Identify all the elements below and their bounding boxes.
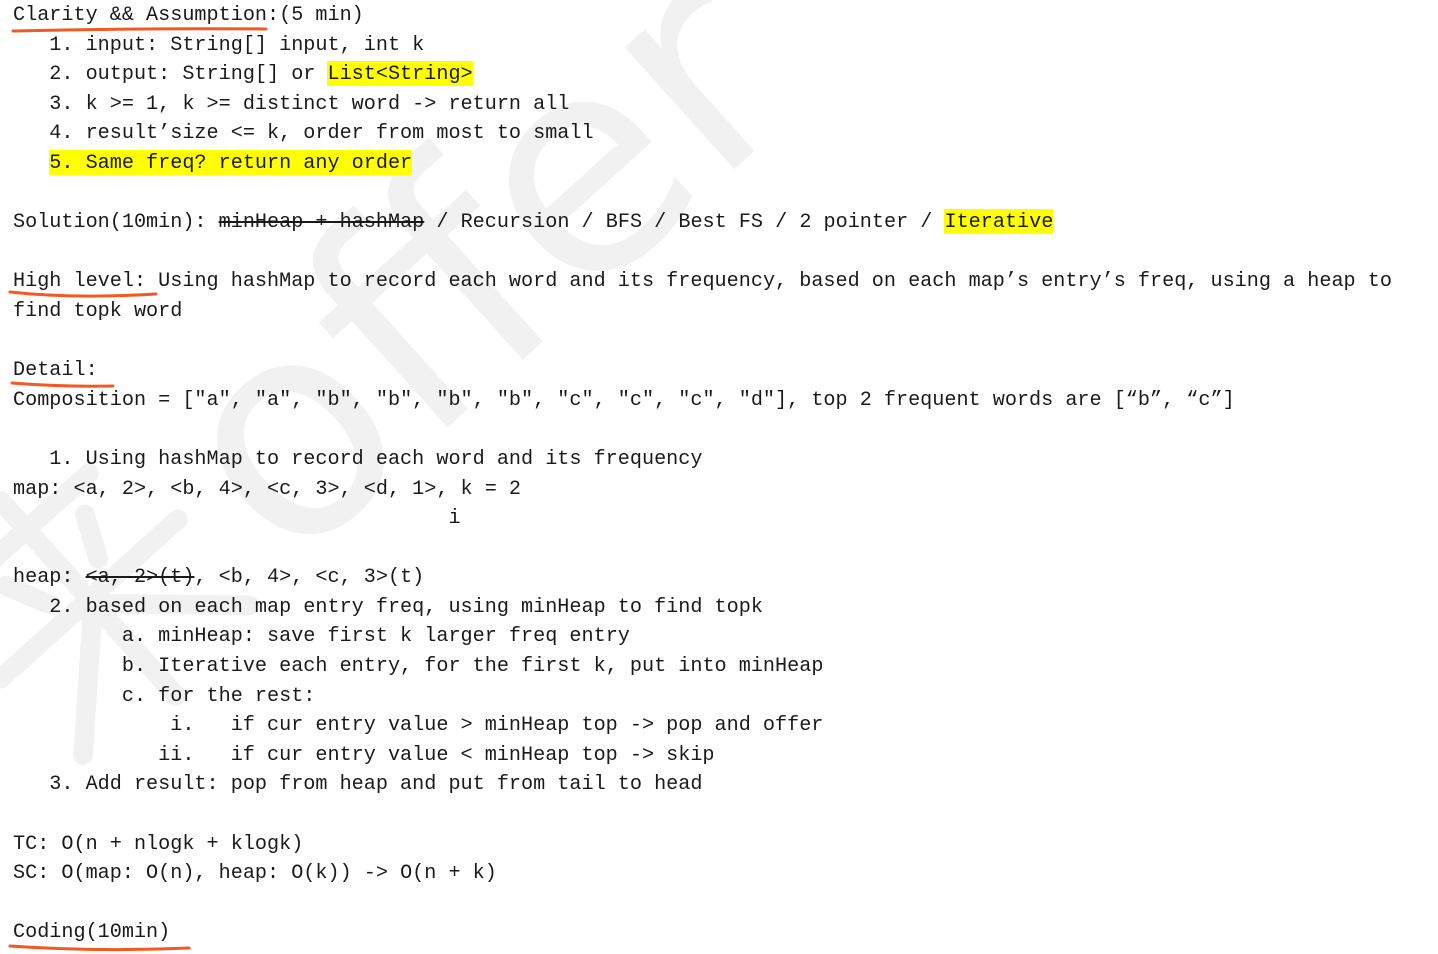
solution-option-highlighted: Iterative (944, 209, 1054, 235)
substep-text: c. for the rest: (121, 684, 316, 708)
assumption-item-text: 2. output: String[] or (49, 63, 316, 87)
high-level-line: High level: Using hashMap to record each … (13, 267, 1423, 297)
detail-step-text: 3. Add result: pop from heap and put fro… (49, 773, 703, 797)
substep-text: b. Iterative each entry, for the first k… (121, 655, 824, 679)
assumption-item-3: 3. k >= 1, k >= distinct word -> return … (13, 90, 1423, 120)
assumption-item-highlight: 5. Same freq? return any order (49, 149, 413, 175)
case-ii: ii. if cur entry value < minHeap top -> s… (13, 741, 1423, 771)
solution-separator: / (654, 211, 667, 235)
solution-separator: / (436, 211, 449, 235)
high-level-line-continued: find topk word (13, 297, 1423, 327)
composition-text: Composition = ["a", "a", "b", "b", "b", … (13, 388, 1235, 412)
solution-separator: / (920, 211, 933, 235)
high-level-label: High level: (13, 270, 147, 294)
pointer-marker: i (448, 507, 461, 531)
detail-step-text: 2. based on each map entry freq, using m… (49, 595, 763, 619)
notes-page: offer Clarity && Assumption:(5 min) 1. i… (0, 0, 1438, 954)
space-complexity-line: SC: O(map: O(n), heap: O(k)) -> O(n + k) (13, 859, 1423, 889)
coding-heading: Coding(10min) (13, 918, 1423, 948)
time-complexity-line: TC: O(n + nlogk + klogk) (13, 830, 1423, 860)
notes-document: Clarity && Assumption:(5 min) 1. input: … (13, 1, 1423, 948)
coding-label: Coding(10min) (13, 921, 171, 945)
assumption-item-2: 2. output: String[] or List<String> (13, 60, 1423, 90)
detail-step-2: 2. based on each map entry freq, using m… (13, 593, 1423, 623)
heap-remaining-entries: , <b, 4>, <c, 3>(t) (194, 566, 425, 590)
high-level-text-continued: find topk word (13, 299, 183, 323)
detail-step-1: 1. Using hashMap to record each word and… (13, 445, 1423, 475)
case-text: if cur entry value < minHeap top -> skip (230, 743, 715, 767)
solution-label: Solution(10min): (13, 211, 207, 235)
solution-option: Recursion (460, 211, 570, 235)
case-i: i. if cur entry value > minHeap top -> po… (13, 711, 1423, 741)
heap-struck-entry: <a, 2>(t) (85, 566, 195, 590)
case-marker: i. (170, 714, 195, 738)
solution-option: 2 pointer (799, 211, 909, 235)
clarity-heading: Clarity && Assumption:(5 min) (13, 1, 1423, 31)
assumption-item-highlight: List<String> (327, 61, 473, 87)
clarity-heading-text: Clarity && Assumption:(5 min) (13, 4, 364, 27)
map-text: map: <a, 2>, <b, 4>, <c, 3>, <d, 1>, k =… (13, 477, 522, 501)
space-complexity-text: SC: O(map: O(n), heap: O(k)) -> O(n + k) (13, 862, 497, 886)
substep-c: c. for the rest: (13, 682, 1423, 712)
pointer-line: i (13, 504, 1423, 534)
solution-option: Best FS (678, 211, 764, 235)
heap-line: heap: <a, 2>(t), <b, 4>, <c, 3>(t) (13, 563, 1423, 593)
time-complexity-text: TC: O(n + nlogk + klogk) (13, 832, 304, 856)
assumption-item-5: 5. Same freq? return any order (13, 149, 1423, 179)
assumption-item-1: 1. input: String[] input, int k (13, 31, 1423, 61)
high-level-text: Using hashMap to record each word and it… (158, 270, 1392, 294)
map-line: map: <a, 2>, <b, 4>, <c, 3>, <d, 1>, k =… (13, 475, 1423, 505)
solution-line: Solution(10min): minHeap + hashMap / Recurs… (13, 208, 1423, 238)
substep-text: a. minHeap: save first k larger freq ent… (121, 625, 630, 649)
case-text: if cur entry value > minHeap top -> pop … (230, 714, 824, 738)
detail-label: Detail: (13, 359, 98, 383)
detail-step-3: 3. Add result: pop from heap and put fro… (13, 770, 1423, 800)
heap-label: heap: (13, 566, 74, 590)
detail-heading: Detail: (13, 356, 1423, 386)
detail-step-text: 1. Using hashMap to record each word and… (49, 447, 703, 471)
assumption-item-text: 1. input: String[] input, int k (49, 33, 425, 57)
assumption-item-text: 3. k >= 1, k >= distinct word -> return … (49, 92, 570, 116)
solution-separator: / (581, 211, 594, 235)
substep-b: b. Iterative each entry, for the first k… (13, 652, 1423, 682)
case-marker: ii. (158, 743, 195, 767)
solution-option-struck: minHeap + hashMap (218, 211, 425, 235)
assumption-item-text: 4. result’size <= k, order from most to … (49, 122, 594, 146)
solution-option: BFS (605, 211, 643, 235)
composition-line: Composition = ["a", "a", "b", "b", "b", … (13, 386, 1423, 416)
substep-a: a. minHeap: save first k larger freq ent… (13, 622, 1423, 652)
assumption-item-4: 4. result’size <= k, order from most to … (13, 119, 1423, 149)
solution-separator: / (775, 211, 788, 235)
